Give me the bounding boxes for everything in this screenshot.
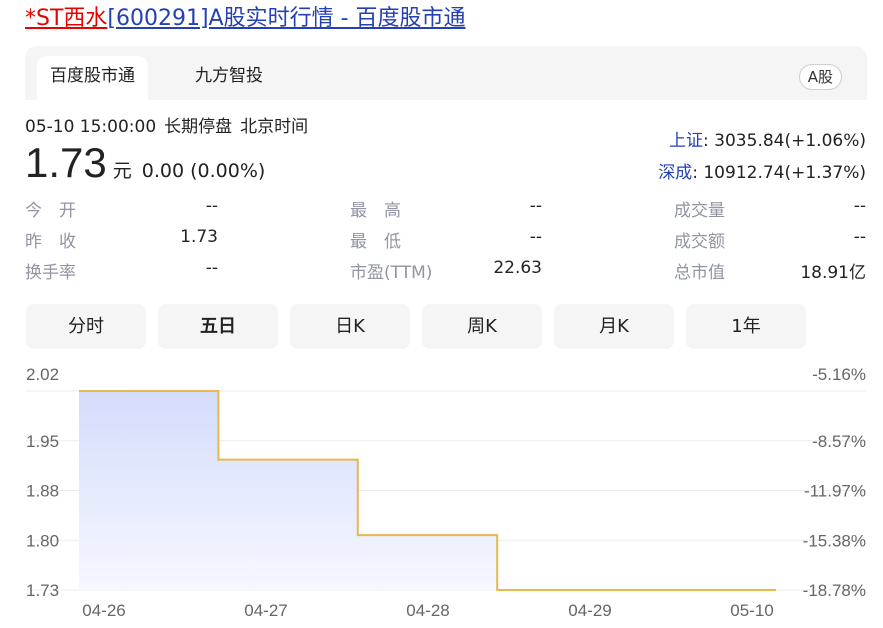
stock-title-link[interactable]: [600291]A股实时行情 - 百度股市通 — [107, 6, 465, 31]
index-shenzhen-value: : 10912.74(+1.37%) — [692, 163, 866, 183]
index-shenzhen[interactable]: 深成: 10912.74(+1.37%) — [658, 158, 866, 183]
x-tick-label: 04-28 — [406, 601, 449, 620]
timezone-label: 北京时间 — [240, 117, 309, 137]
current-price: 1.73 — [25, 139, 107, 186]
high-value: -- — [529, 196, 542, 216]
x-tick-label: 05-10 — [730, 601, 773, 620]
amount-value: -- — [853, 227, 866, 247]
turnover-rate-value: -- — [205, 258, 218, 278]
market-cap-value: 18.91亿 — [800, 263, 866, 283]
market-badge[interactable]: A股 — [798, 64, 842, 90]
high-label: 最 高 — [350, 201, 401, 221]
prev-close-value: 1.73 — [180, 227, 218, 247]
low-label: 最 低 — [350, 232, 401, 252]
y-pct-tick-label: -5.16% — [812, 365, 866, 384]
index-shanghai-name[interactable]: 上证 — [669, 131, 703, 151]
low-value: -- — [529, 227, 542, 247]
prev-close-label: 昨 收 — [25, 232, 76, 252]
price-change: 0.00 (0.00%) — [141, 160, 266, 182]
tab-daily-k[interactable]: 日K — [290, 304, 410, 349]
tab-intraday[interactable]: 分时 — [26, 304, 146, 349]
y-tick-label: 1.95 — [26, 432, 59, 451]
y-pct-tick-label: -11.97% — [804, 482, 866, 501]
tab-baidu-gushitong[interactable]: 百度股市通 — [37, 56, 148, 100]
index-shanghai-value: : 3035.84(+1.06%) — [703, 131, 866, 151]
tab-jiufang-zhitou[interactable]: 九方智投 — [182, 56, 276, 100]
source-tab-bar: 百度股市通 九方智投 A股 — [25, 46, 867, 100]
y-tick-label: 1.88 — [26, 482, 59, 501]
turnover-rate-label: 换手率 — [25, 263, 76, 283]
tab-one-year[interactable]: 1年 — [686, 304, 806, 349]
y-pct-tick-label: -18.78% — [803, 581, 866, 600]
y-pct-tick-label: -8.57% — [812, 432, 866, 451]
pe-ttm-label: 市盈(TTM) — [350, 263, 433, 283]
tab-monthly-k[interactable]: 月K — [554, 304, 674, 349]
volume-label: 成交量 — [674, 201, 725, 221]
index-shenzhen-name[interactable]: 深成 — [658, 163, 692, 183]
open-value: -- — [205, 196, 218, 216]
quote-status: 05-10 15:00:00 长期停盘 北京时间 — [25, 112, 316, 137]
amount-label: 成交额 — [674, 232, 725, 252]
trading-state: 长期停盘 — [164, 117, 233, 137]
open-label: 今 开 — [25, 201, 76, 221]
y-pct-tick-label: -15.38% — [803, 531, 866, 550]
tab-five-day[interactable]: 五日 — [158, 304, 278, 349]
y-tick-label: 1.73 — [26, 581, 59, 600]
y-tick-label: 1.80 — [26, 531, 59, 550]
price-row: 1.73 元 0.00 (0.00%) — [25, 138, 265, 188]
market-cap-label: 总市值 — [674, 263, 725, 283]
index-shanghai[interactable]: 上证: 3035.84(+1.06%) — [669, 126, 866, 151]
five-day-price-chart[interactable]: 2.02 -5.16% 1.95 -8.57% 1.88 -11.97% 1.80 -15.3… — [0, 350, 883, 628]
tab-weekly-k[interactable]: 周K — [422, 304, 542, 349]
y-tick-label: 2.02 — [26, 365, 59, 384]
stock-name-link[interactable]: *ST西水 — [25, 6, 107, 31]
volume-value: -- — [853, 196, 866, 216]
quote-time: 05-10 15:00:00 — [25, 117, 157, 137]
x-tick-label: 04-26 — [82, 601, 125, 620]
price-unit: 元 — [112, 160, 132, 182]
page-title[interactable]: *ST西水[600291]A股实时行情 - 百度股市通 — [25, 4, 466, 34]
x-tick-label: 04-29 — [568, 601, 611, 620]
pe-ttm-value: 22.63 — [493, 258, 542, 278]
x-tick-label: 04-27 — [244, 601, 287, 620]
